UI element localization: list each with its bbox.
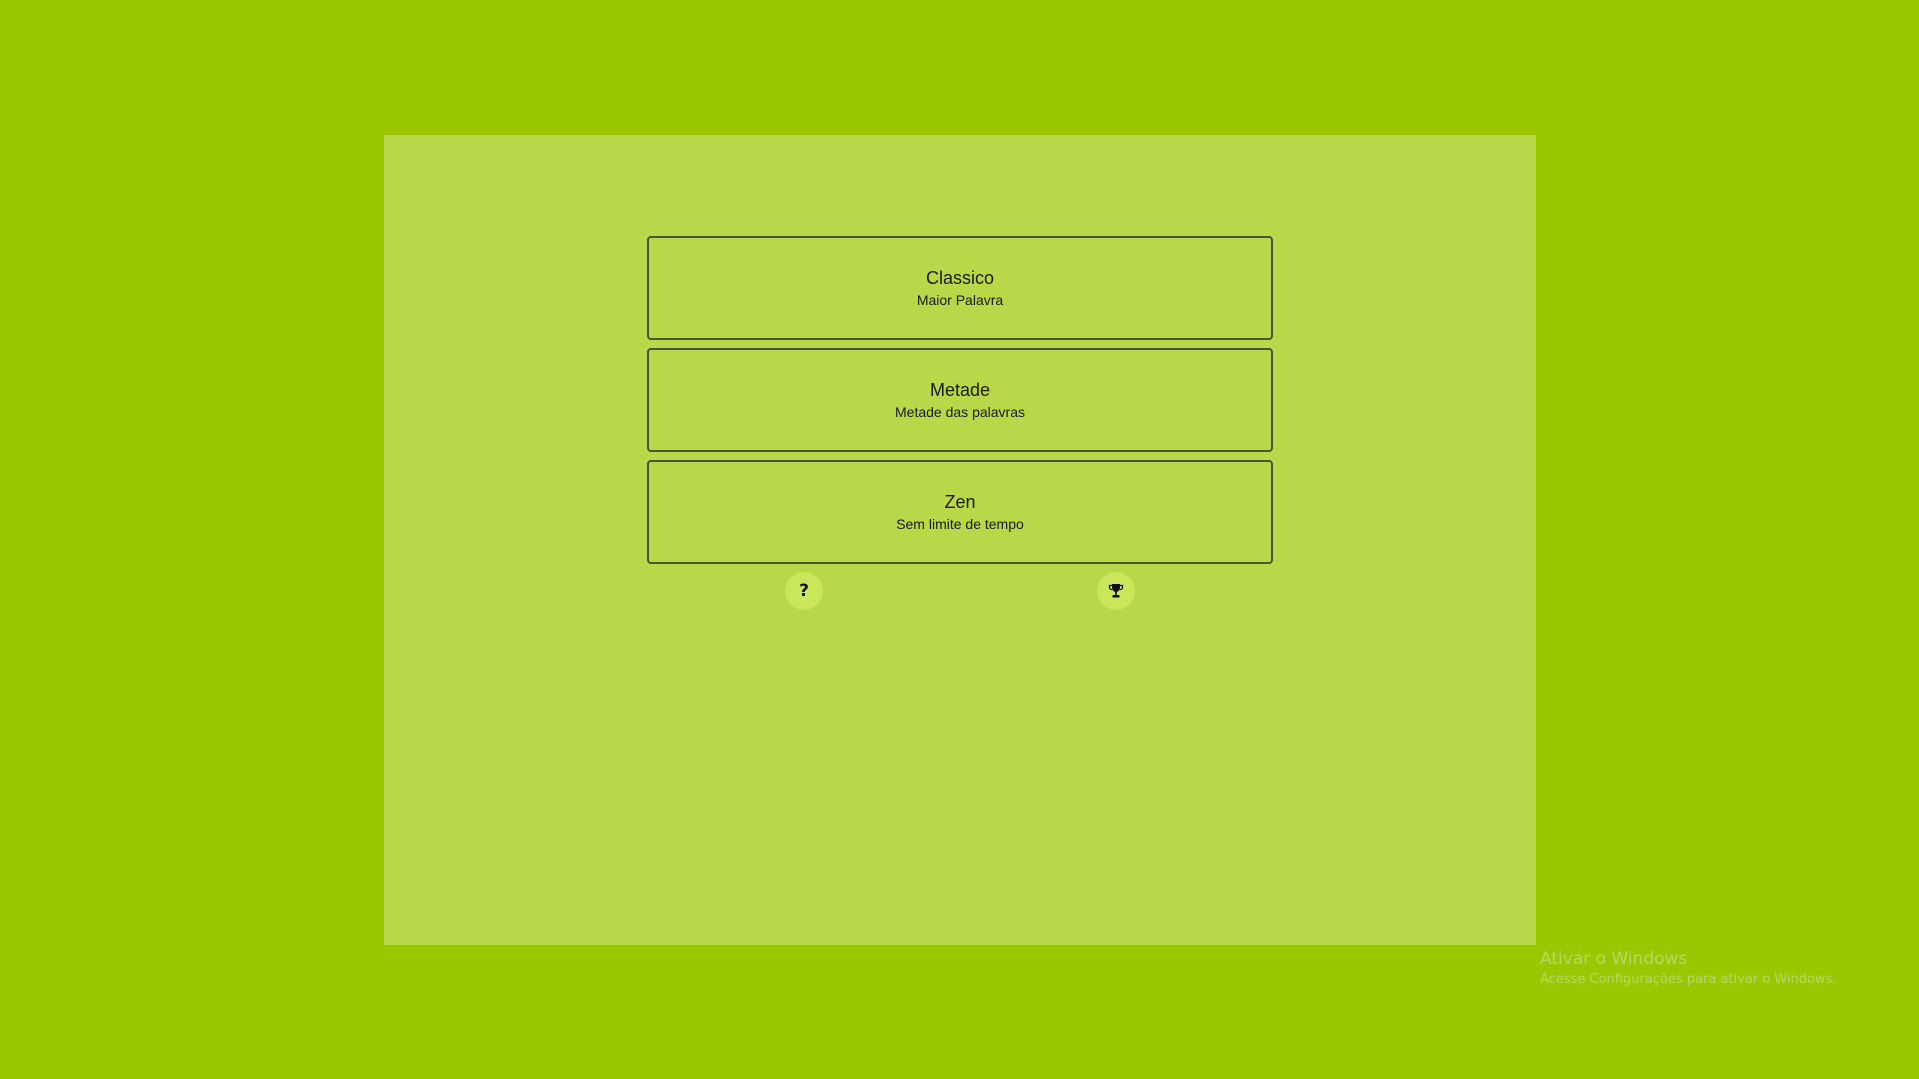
trophy-icon bbox=[1108, 584, 1124, 598]
mode-title: Classico bbox=[925, 268, 995, 288]
watermark-subtitle: Acesse Configurações para ativar o Windo… bbox=[1540, 972, 1837, 987]
game-panel: Classico Maior Palavra Metade Metade das… bbox=[384, 135, 1536, 945]
trophy-button[interactable] bbox=[1097, 572, 1135, 610]
watermark-title: Ativar o Windows bbox=[1540, 949, 1688, 969]
mode-list: Classico Maior Palavra Metade Metade das… bbox=[647, 236, 1273, 572]
mode-title: Metade bbox=[929, 380, 991, 400]
mode-subtitle: Metade das palavras bbox=[895, 404, 1025, 420]
mode-subtitle: Maior Palavra bbox=[916, 292, 1004, 308]
mode-title: Zen bbox=[944, 492, 976, 512]
mode-subtitle: Sem limite de tempo bbox=[896, 516, 1024, 532]
mode-button-metade[interactable]: Metade Metade das palavras bbox=[647, 348, 1273, 452]
mode-button-classico[interactable]: Classico Maior Palavra bbox=[647, 236, 1273, 340]
help-button[interactable]: ? bbox=[785, 572, 823, 610]
mode-button-zen[interactable]: Zen Sem limite de tempo bbox=[647, 460, 1273, 564]
windows-activation-watermark: Ativar o Windows Acesse Configurações pa… bbox=[1540, 948, 1836, 990]
question-icon: ? bbox=[799, 580, 809, 601]
